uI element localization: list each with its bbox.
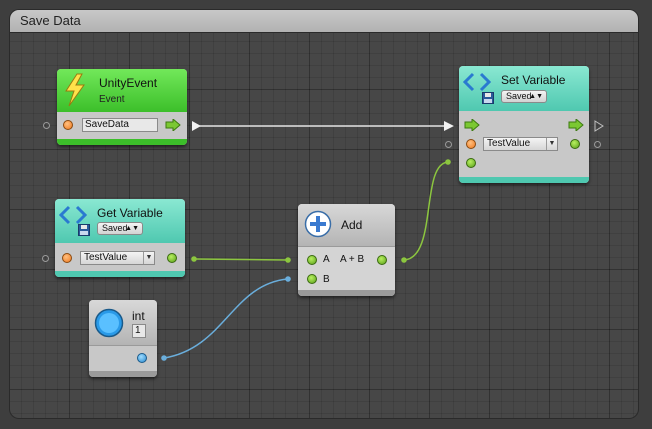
get-variable-name-value: TestValue — [84, 252, 128, 263]
get-variable-header[interactable]: Get Variable Saved ▲▼ — [55, 199, 185, 243]
int-header[interactable]: int 1 — [89, 300, 157, 346]
int-title: int — [132, 309, 145, 323]
unity-event-subtitle: Event — [99, 94, 125, 105]
event-name-field[interactable]: SaveData — [82, 118, 158, 132]
unity-event-header[interactable]: UnityEvent Event — [57, 69, 187, 112]
unity-event-left-pin[interactable] — [43, 122, 50, 129]
set-variable-right-pin[interactable] — [594, 141, 601, 148]
get-variable-footer — [55, 271, 185, 277]
add-title: Add — [341, 218, 363, 232]
add-input-a-port[interactable] — [307, 255, 317, 265]
set-variable-node[interactable]: Set Variable Saved ▲▼ TestValue ▼ — [459, 66, 589, 183]
add-input-b-port[interactable] — [307, 274, 317, 284]
set-variable-name-dropdown[interactable]: TestValue ▼ — [483, 137, 558, 151]
add-output-port[interactable] — [377, 255, 387, 265]
add-output-label: A + B — [340, 254, 365, 265]
add-header[interactable]: Add — [298, 204, 395, 247]
set-variable-value-in-port[interactable] — [466, 158, 476, 168]
variable-code-icon — [463, 72, 491, 92]
set-variable-header[interactable]: Set Variable Saved ▲▼ — [459, 66, 589, 111]
set-variable-name-port[interactable] — [466, 139, 476, 149]
exec-out-icon[interactable] — [165, 119, 181, 131]
plus-icon — [304, 210, 332, 238]
int-footer — [89, 371, 157, 377]
get-variable-value-out-port[interactable] — [167, 253, 177, 263]
int-value-field[interactable]: 1 — [132, 324, 146, 338]
set-variable-exec-out-icon[interactable] — [594, 120, 604, 132]
up-down-arrow-icon: ▲▼ — [125, 225, 139, 232]
up-down-arrow-icon: ▲▼ — [529, 93, 543, 100]
floppy-disk-icon — [78, 224, 90, 236]
unity-event-footer — [57, 139, 187, 145]
unity-event-node[interactable]: UnityEvent Event SaveData — [57, 69, 187, 145]
get-variable-saved-label: Saved — [102, 223, 128, 233]
set-variable-left-pin[interactable] — [445, 141, 452, 148]
get-variable-node[interactable]: Get Variable Saved ▲▼ TestValue ▼ — [55, 199, 185, 277]
set-variable-title: Set Variable — [501, 73, 566, 87]
lightning-icon — [65, 73, 85, 107]
set-variable-saved-dropdown[interactable]: Saved ▲▼ — [501, 90, 547, 103]
get-variable-title: Get Variable — [97, 206, 163, 220]
set-variable-name-value: TestValue — [487, 138, 531, 149]
get-variable-left-pin[interactable] — [42, 255, 49, 262]
add-input-a-label: A — [323, 254, 330, 265]
set-variable-exec-in-icon[interactable] — [464, 119, 480, 131]
panel-header: Save Data — [10, 10, 638, 33]
int-node[interactable]: int 1 — [89, 300, 157, 377]
get-variable-saved-dropdown[interactable]: Saved ▲▼ — [97, 222, 143, 235]
unity-event-title: UnityEvent — [99, 76, 158, 90]
panel-title: Save Data — [20, 13, 81, 28]
get-variable-name-port[interactable] — [62, 253, 72, 263]
set-variable-saved-label: Saved — [506, 91, 532, 101]
floppy-disk-icon — [482, 92, 494, 104]
set-variable-exec-out-icon-inner[interactable] — [568, 119, 584, 131]
int-output-port[interactable] — [137, 353, 147, 363]
set-variable-footer — [459, 177, 589, 183]
get-variable-name-dropdown[interactable]: TestValue ▼ — [80, 251, 155, 265]
set-variable-value-out-port[interactable] — [570, 139, 580, 149]
variable-code-icon — [59, 205, 87, 225]
dropdown-arrow-icon: ▼ — [546, 138, 557, 150]
circle-icon — [94, 308, 124, 338]
dropdown-arrow-icon: ▼ — [143, 252, 154, 264]
add-input-b-label: B — [323, 274, 330, 285]
unity-event-input-port[interactable] — [63, 120, 73, 130]
add-node[interactable]: Add A A + B B — [298, 204, 395, 296]
add-footer — [298, 290, 395, 296]
